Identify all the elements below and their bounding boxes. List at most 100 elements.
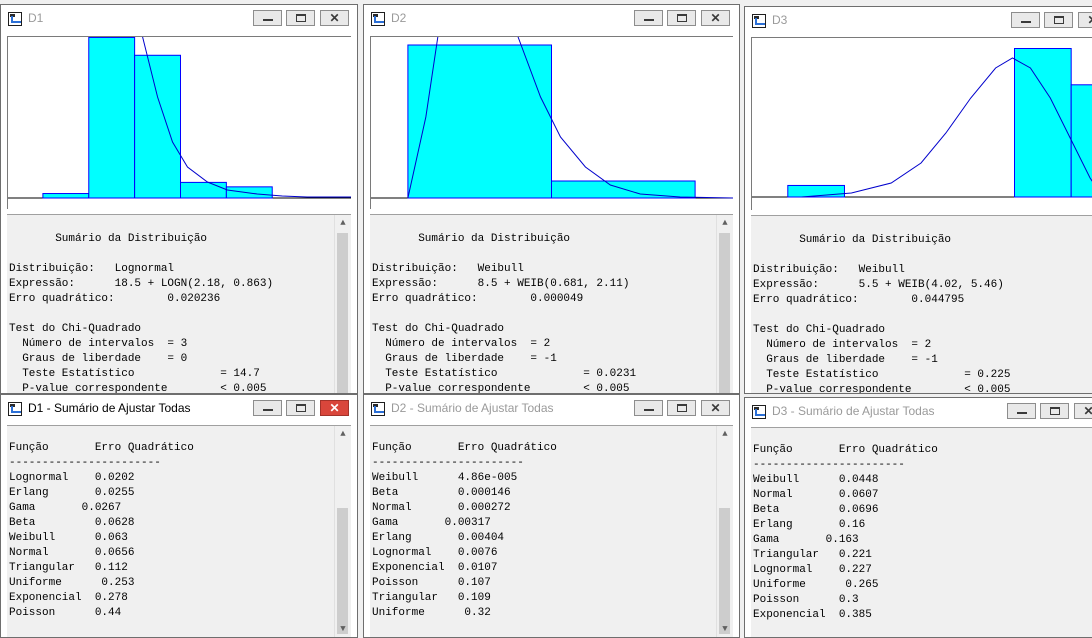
distribution-window-d3[interactable]: D3 ✕ Sumário da Distribuição Distribuição… [744, 6, 1092, 394]
scroll-up-icon[interactable]: ▲ [717, 215, 733, 231]
summary-line: Teste Estatístico = 0.0231 [372, 368, 637, 380]
summary-line: Número de intervalos = 3 [9, 338, 188, 350]
title-bar[interactable]: D3 ✕ [745, 7, 1092, 35]
vertical-scrollbar[interactable]: ▲ ▼ [334, 426, 351, 637]
table-header: Função Erro Quadrático [9, 442, 194, 454]
table-separator: ----------------------- [372, 457, 524, 469]
histogram-bar [134, 54, 181, 199]
table-row: Uniforme 0.32 [372, 607, 491, 619]
table-row: Exponencial 0.0107 [372, 562, 498, 574]
table-separator: ----------------------- [753, 459, 905, 471]
maximize-button[interactable] [1044, 12, 1073, 28]
table-row: Beta 0.0696 [753, 504, 879, 516]
summary-line: Graus de liberdade = -1 [372, 353, 557, 365]
summary-line: Erro quadrático: 0.000049 [372, 293, 584, 305]
close-icon: ✕ [329, 401, 340, 415]
fit-summary-table: Função Erro Quadrático ------------------… [7, 425, 351, 637]
window-title: D3 [772, 13, 788, 27]
fit-summary-window-d2[interactable]: D2 - Sumário de Ajustar Todas ✕ Função E… [363, 394, 740, 638]
close-button[interactable]: ✕ [701, 10, 730, 26]
table-separator: ----------------------- [9, 457, 161, 469]
table-row: Normal 0.000272 [372, 502, 511, 514]
histogram-plot [370, 36, 733, 209]
histogram-plot [7, 36, 351, 209]
histogram-bar [225, 186, 273, 199]
document-list-icon [8, 402, 22, 416]
table-row: Weibull 4.86e-005 [372, 472, 518, 484]
title-bar[interactable]: D1 - Sumário de Ajustar Todas ✕ [1, 395, 357, 423]
table-row: Weibull 0.0448 [753, 474, 879, 486]
minimize-icon [263, 19, 273, 21]
histogram-svg [752, 48, 1092, 198]
close-icon: ✕ [710, 11, 721, 25]
maximize-icon [677, 404, 687, 412]
scroll-thumb[interactable] [719, 233, 730, 393]
scroll-up-icon[interactable]: ▲ [717, 426, 733, 442]
close-button[interactable]: ✕ [320, 10, 349, 26]
summary-line: Graus de liberdade = 0 [9, 353, 188, 365]
minimize-button[interactable] [1007, 403, 1036, 419]
summary-line: Expressão: 5.5 + WEIB(4.02, 5.46) [753, 279, 1004, 291]
table-row: Normal 0.0656 [9, 547, 135, 559]
histogram-bar [787, 184, 845, 198]
minimize-icon [263, 409, 273, 411]
close-button[interactable]: ✕ [1074, 403, 1092, 419]
scroll-down-icon[interactable]: ▼ [335, 621, 351, 637]
distribution-window-icon [371, 12, 385, 26]
scroll-thumb[interactable] [337, 233, 348, 393]
distribution-window-icon [752, 14, 766, 28]
document-list-icon [752, 405, 766, 419]
table-row: Erlang 0.00404 [372, 532, 505, 544]
maximize-button[interactable] [286, 10, 315, 26]
summary-line: Sumário da Distribuição [372, 233, 571, 245]
fit-summary-window-d3[interactable]: D3 - Sumário de Ajustar Todas ✕ Função E… [744, 397, 1092, 638]
scroll-down-icon[interactable]: ▼ [717, 621, 733, 637]
maximize-button[interactable] [1040, 403, 1069, 419]
title-bar[interactable]: D2 - Sumário de Ajustar Todas ✕ [364, 395, 739, 423]
close-button[interactable]: ✕ [701, 400, 730, 416]
minimize-button[interactable] [634, 10, 663, 26]
minimize-button[interactable] [253, 400, 282, 416]
scroll-up-icon[interactable]: ▲ [335, 426, 351, 442]
distribution-summary-text: Sumário da Distribuição Distribuição: Log… [7, 214, 351, 393]
table-row: Uniforme 0.265 [753, 579, 879, 591]
distribution-window-d2[interactable]: D2 ✕ Sumário da Distribuição Distribuição… [363, 4, 740, 394]
summary-line: Erro quadrático: 0.044795 [753, 294, 965, 306]
minimize-button[interactable] [253, 10, 282, 26]
close-button[interactable]: ✕ [320, 400, 349, 416]
close-icon: ✕ [1079, 13, 1092, 27]
table-row: Lognormal 0.227 [753, 564, 872, 576]
minimize-icon [1017, 412, 1027, 414]
close-button[interactable]: ✕ [1078, 12, 1092, 28]
title-bar[interactable]: D1 ✕ [1, 5, 357, 33]
document-list-icon [371, 402, 385, 416]
table-row: Normal 0.0607 [753, 489, 879, 501]
minimize-button[interactable] [1011, 12, 1040, 28]
title-bar[interactable]: D3 - Sumário de Ajustar Todas ✕ [745, 398, 1092, 426]
vertical-scrollbar[interactable]: ▲ [716, 215, 733, 393]
maximize-button[interactable] [286, 400, 315, 416]
histogram-bar [179, 181, 227, 199]
summary-line: Número de intervalos = 2 [753, 339, 932, 351]
table-row: Triangular 0.109 [372, 592, 491, 604]
close-icon: ✕ [710, 401, 721, 415]
distribution-window-d1[interactable]: D1 ✕ Sumário da Distribuição Distribuição… [0, 4, 358, 394]
table-row: Lognormal 0.0202 [9, 472, 135, 484]
maximize-icon [296, 404, 306, 412]
table-row: Uniforme 0.253 [9, 577, 135, 589]
scroll-up-icon[interactable]: ▲ [335, 215, 351, 231]
maximize-button[interactable] [667, 400, 696, 416]
summary-line: Test do Chi-Quadrado [9, 323, 142, 335]
vertical-scrollbar[interactable]: ▲ ▼ [716, 426, 733, 637]
fit-summary-window-d1[interactable]: D1 - Sumário de Ajustar Todas ✕ Função E… [0, 394, 358, 638]
maximize-button[interactable] [667, 10, 696, 26]
summary-line: Sumário da Distribuição [753, 234, 952, 246]
scroll-thumb[interactable] [719, 508, 730, 634]
title-bar[interactable]: D2 ✕ [364, 5, 739, 33]
scroll-thumb[interactable] [337, 508, 348, 634]
minimize-button[interactable] [634, 400, 663, 416]
summary-line: Expressão: 18.5 + LOGN(2.18, 0.863) [9, 278, 274, 290]
vertical-scrollbar[interactable]: ▲ [334, 215, 351, 393]
table-row: Gama 0.0267 [9, 502, 122, 514]
minimize-icon [1021, 21, 1031, 23]
